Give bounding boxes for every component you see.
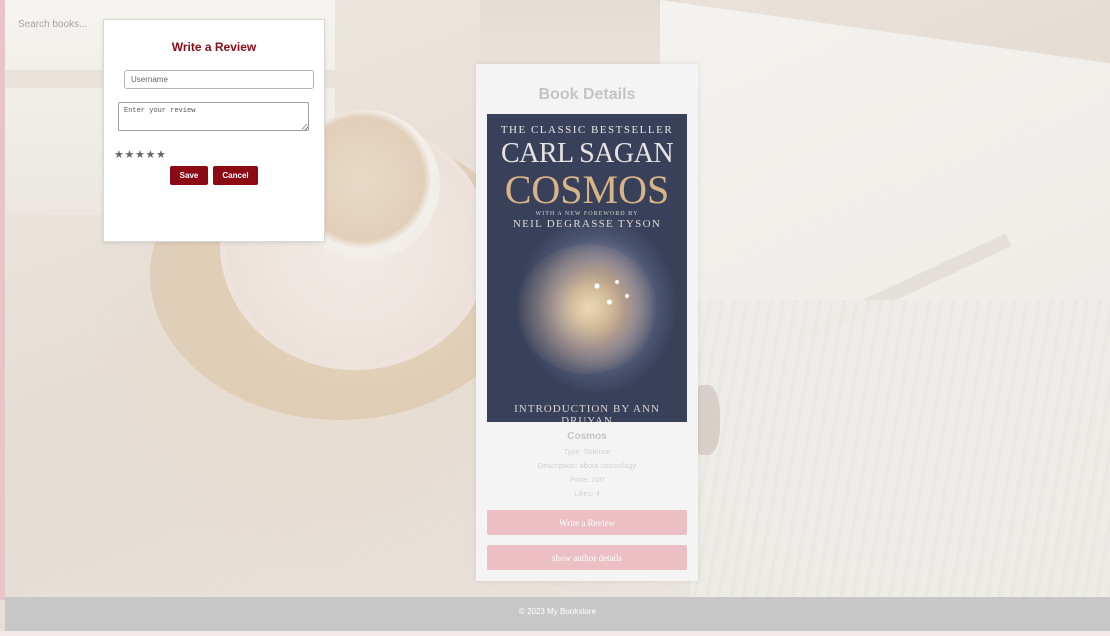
save-button[interactable]: Save [170,166,208,185]
write-review-button[interactable]: Write a Review [487,510,687,535]
star-icon[interactable]: ★ [146,149,157,161]
username-input[interactable] [124,70,314,89]
book-name: Cosmos [567,431,607,442]
star-icon[interactable]: ★ [114,149,125,161]
review-textarea[interactable] [118,102,309,131]
cover-bottom-line: INTRODUCTION BY ANN DRUYAN [514,403,660,422]
book-details-title: Book Details [538,86,636,103]
show-author-details-button[interactable]: show author details [487,545,687,570]
footer-copyright: © 2023 My Bookstore [518,607,597,616]
book-cover-image: THE CLASSIC BESTSELLER CARL SAGAN COSMOS… [487,114,687,422]
footer: © 2023 My Bookstore [5,597,1110,631]
book-price: Price: 200 [570,475,604,484]
book-description: Description: about cosmology [537,461,637,470]
cover-tagline: THE CLASSIC BESTSELLER [500,124,674,136]
review-modal: Write a Review ★ ★ ★ ★ ★ Save Cancel [103,19,325,242]
star-icon[interactable]: ★ [135,149,146,161]
cancel-button[interactable]: Cancel [213,166,258,185]
cover-foreword-author: NEIL DEGRASSE TYSON [512,218,662,230]
resize-grip-icon[interactable] [302,124,308,130]
book-details-card: Book Details THE CLASSIC BESTSELLER CARL… [476,64,698,581]
cover-title: COSMOS [504,167,670,212]
book-type: Type: Science [563,447,611,456]
star-icon[interactable]: ★ [125,149,136,161]
star-icon[interactable]: ★ [156,149,167,161]
cover-foreword-line: WITH A NEW FOREWORD BY [535,211,639,217]
book-likes: Likes: 4 [574,489,600,498]
star-rating[interactable]: ★ ★ ★ ★ ★ [114,149,167,161]
footer-bottom-strip [0,631,1110,636]
review-modal-title: Write a Review [171,40,257,54]
